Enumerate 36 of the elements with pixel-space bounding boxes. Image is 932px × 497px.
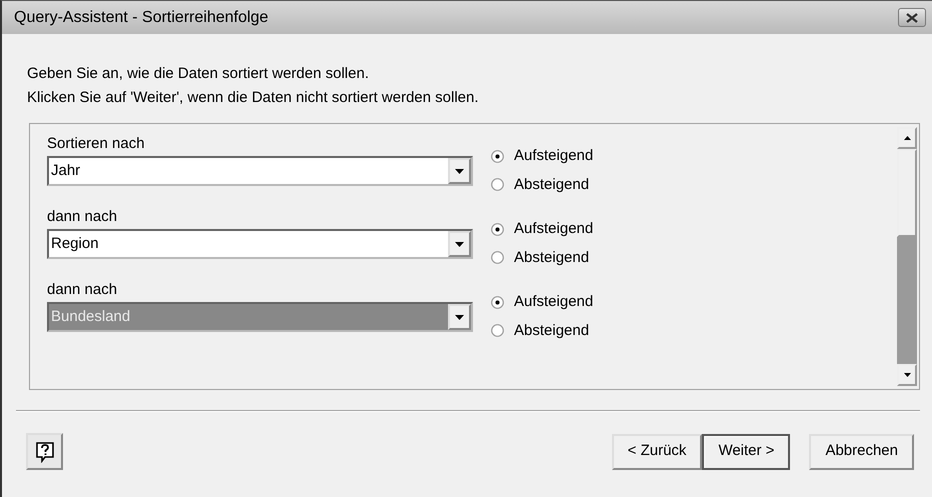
- scrollbar[interactable]: [897, 127, 917, 386]
- close-button[interactable]: [898, 8, 926, 27]
- radio-option[interactable]: Absteigend: [491, 320, 594, 342]
- radio-button[interactable]: [491, 150, 504, 163]
- up-arrow-icon: [904, 136, 910, 140]
- help-icon: [34, 440, 54, 462]
- radio-button[interactable]: [491, 251, 504, 264]
- scroll-down-button[interactable]: [897, 364, 917, 386]
- instruction-text: Geben Sie an, wie die Daten sortiert werden sollen.: [27, 64, 370, 84]
- wizard-button[interactable]: Abbrechen: [809, 434, 914, 470]
- window-title: Query-Assistent - Sortierreihenfolge: [14, 8, 268, 28]
- field-label: Sortieren nach: [47, 134, 146, 154]
- dropdown-arrow-icon: [455, 242, 464, 246]
- wizard-button[interactable]: Weiter >: [702, 434, 790, 470]
- radio-option[interactable]: Aufsteigend: [491, 218, 594, 240]
- down-arrow-icon: [904, 373, 910, 377]
- dropdown-arrow-icon: [455, 168, 464, 174]
- sort-field-dropdown[interactable]: Jahr: [47, 156, 473, 186]
- radio-option[interactable]: Absteigend: [491, 174, 594, 196]
- radio-button[interactable]: [491, 324, 504, 338]
- help-button[interactable]: [26, 433, 63, 470]
- dropdown-arrow-icon: [455, 314, 464, 320]
- sort-field-dropdown[interactable]: Region: [47, 229, 473, 259]
- scroll-up-button[interactable]: [897, 127, 917, 149]
- instruction-text: Klicken Sie auf 'Weiter', wenn die Daten nicht sortiert werden sollen.: [27, 88, 480, 108]
- radio-option[interactable]: Aufsteigend: [491, 291, 594, 314]
- radio-button[interactable]: [491, 222, 504, 236]
- radio-button[interactable]: [491, 178, 504, 192]
- radio-option[interactable]: Absteigend: [491, 246, 594, 269]
- radio-button[interactable]: [491, 296, 504, 309]
- field-label: dann nach: [47, 207, 118, 227]
- close-icon: [906, 12, 918, 22]
- wizard-button[interactable]: < Zurück: [612, 434, 702, 470]
- radio-option[interactable]: Aufsteigend: [491, 145, 594, 168]
- scroll-thumb[interactable]: [897, 149, 917, 237]
- field-label: dann nach: [47, 280, 118, 300]
